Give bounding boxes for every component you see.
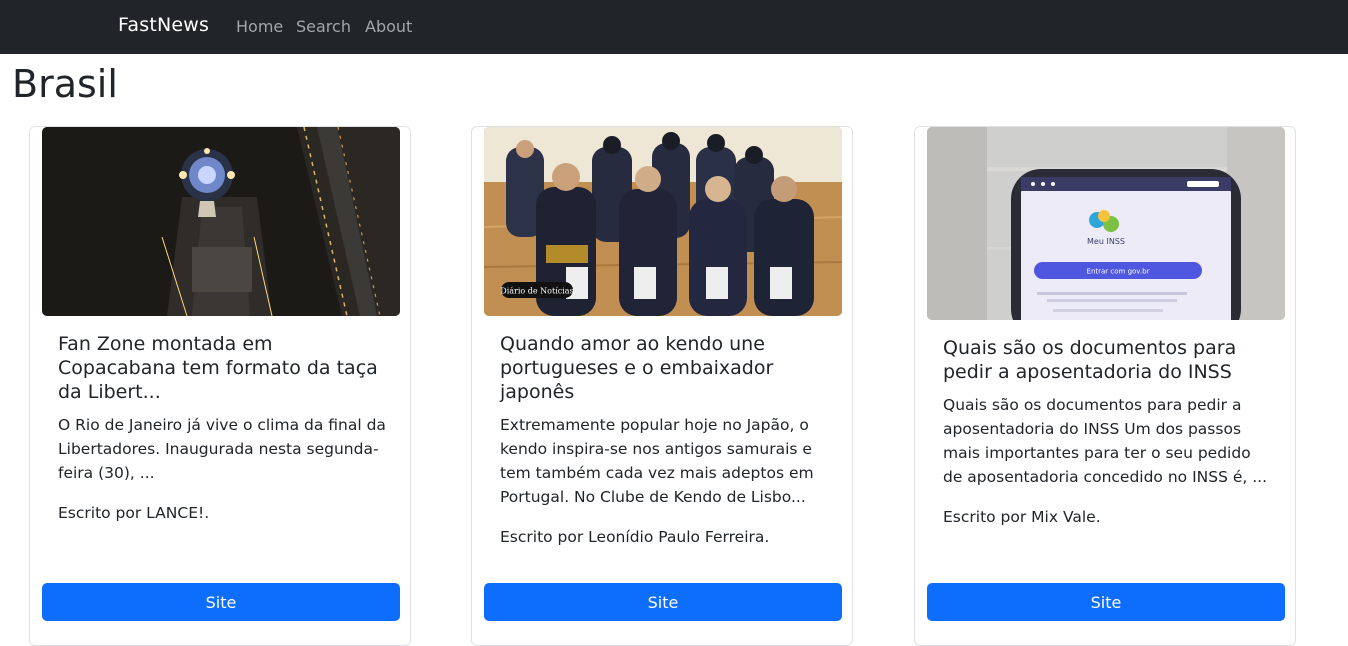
article-card: Meu INSS Entrar com gov.br Quais são os … bbox=[914, 126, 1296, 646]
navbar: FastNews Home Search About bbox=[0, 0, 1348, 54]
page-title: Brasil bbox=[12, 62, 118, 106]
article-image: Diário de Notícias bbox=[484, 127, 842, 316]
site-button[interactable]: Site bbox=[484, 583, 842, 621]
article-image: Meu INSS Entrar com gov.br bbox=[927, 127, 1285, 320]
article-title[interactable]: Fan Zone montada em Copacabana tem forma… bbox=[58, 332, 388, 404]
image-app-button: Entrar com gov.br bbox=[1087, 268, 1150, 276]
article-card: Fan Zone montada em Copacabana tem forma… bbox=[29, 126, 411, 646]
article-body: Fan Zone montada em Copacabana tem forma… bbox=[58, 332, 388, 525]
nav-link-about[interactable]: About bbox=[365, 17, 412, 36]
article-author: Escrito por LANCE!. bbox=[58, 504, 210, 522]
nav-link-home[interactable]: Home bbox=[236, 17, 283, 36]
article-description: Extremamente popular hoje no Japão, o ke… bbox=[500, 416, 814, 506]
nav-link-search[interactable]: Search bbox=[296, 17, 351, 36]
article-description: Quais são os documentos para pedir a apo… bbox=[943, 396, 1268, 486]
article-description: O Rio de Janeiro já vive o clima da fina… bbox=[58, 416, 386, 482]
site-button[interactable]: Site bbox=[42, 583, 400, 621]
article-card: Diário de Notícias Quando amor ao kendo … bbox=[471, 126, 853, 646]
article-author: Escrito por Mix Vale. bbox=[943, 508, 1101, 526]
article-body: Quais são os documentos para pedir a apo… bbox=[943, 336, 1273, 529]
image-caption: Diário de Notícias bbox=[500, 287, 573, 296]
article-title[interactable]: Quando amor ao kendo une portugueses e o… bbox=[500, 332, 830, 404]
article-author: Escrito por Leonídio Paulo Ferreira. bbox=[500, 528, 770, 546]
article-body: Quando amor ao kendo une portugueses e o… bbox=[500, 332, 830, 549]
site-button[interactable]: Site bbox=[927, 583, 1285, 621]
article-image bbox=[42, 127, 400, 316]
article-title[interactable]: Quais são os documentos para pedir a apo… bbox=[943, 336, 1273, 384]
brand-logo[interactable]: FastNews bbox=[118, 14, 209, 36]
image-app-name: Meu INSS bbox=[1087, 237, 1125, 246]
